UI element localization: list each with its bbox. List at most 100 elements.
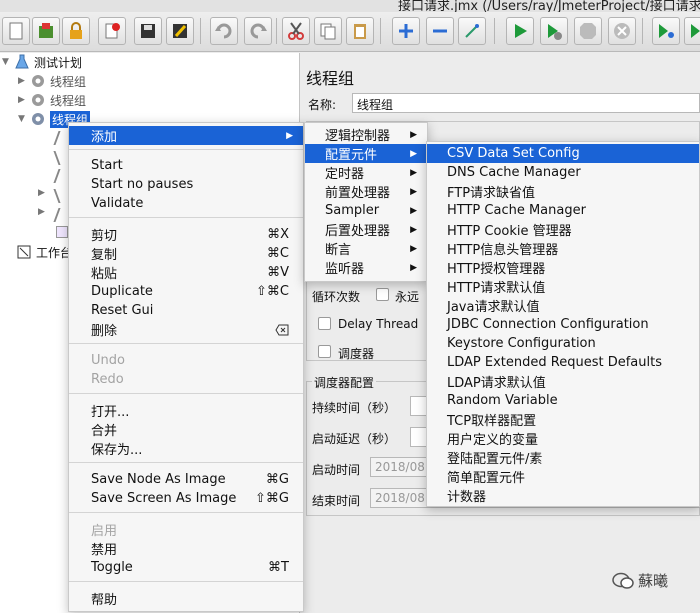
start-no-pauses-button[interactable] <box>540 17 568 45</box>
menu-item-duplicate[interactable]: Duplicate ⇧⌘C <box>69 282 303 301</box>
submenu-item-logic-controller[interactable]: 逻辑控制器 ▶ <box>305 125 427 144</box>
menu-item-label: 启用 <box>91 524 118 539</box>
submenu-item-sampler[interactable]: Sampler ▶ <box>305 201 427 220</box>
submenu-item-config-element[interactable]: 配置元件 ▶ <box>305 144 427 163</box>
redo-button[interactable] <box>244 17 272 45</box>
menu-item-validate[interactable]: Validate <box>69 194 303 213</box>
open-button[interactable] <box>62 17 90 45</box>
menu-item-open[interactable]: 打开... <box>69 401 303 420</box>
config-item-http-defaults[interactable]: HTTP请求默认值 <box>427 277 699 296</box>
submenu-item-assertion[interactable]: 断言 ▶ <box>305 239 427 258</box>
config-item-jdbc[interactable]: JDBC Connection Configuration <box>427 315 699 334</box>
submenu-arrow-icon: ▶ <box>410 148 417 159</box>
shortcut-label: ⇧⌘G <box>255 491 289 506</box>
config-item-counter[interactable]: 计数器 <box>427 486 699 505</box>
config-item-ldap-extended[interactable]: LDAP Extended Request Defaults <box>427 353 699 372</box>
config-item-csv-data-set[interactable]: CSV Data Set Config <box>427 144 699 163</box>
submenu-arrow-icon: ▶ <box>286 130 293 141</box>
config-item-http-header[interactable]: HTTP信息头管理器 <box>427 239 699 258</box>
cut-button[interactable] <box>282 17 310 45</box>
collapse-button[interactable] <box>426 17 454 45</box>
save-as-button[interactable] <box>166 17 194 45</box>
tree-node-thread-group[interactable]: ▶ 线程组 <box>18 91 86 109</box>
menu-item-label: 剪切 <box>91 229 118 244</box>
submenu-arrow-icon: ▶ <box>410 224 417 235</box>
tree-node-test-plan[interactable]: ▼ 测试计划 <box>2 53 82 71</box>
config-item-dns-cache[interactable]: DNS Cache Manager <box>427 163 699 182</box>
save-button[interactable] <box>134 17 162 45</box>
expanded-arrow-icon[interactable]: ▼ <box>2 57 14 67</box>
menu-item-enable[interactable]: 启用 <box>69 520 303 539</box>
delay-thread-checkbox[interactable] <box>318 317 331 330</box>
submenu-item-pre-processor[interactable]: 前置处理器 ▶ <box>305 182 427 201</box>
forever-checkbox[interactable] <box>376 288 389 301</box>
menu-item-start[interactable]: Start <box>69 156 303 175</box>
config-item-simple-config[interactable]: 简单配置元件 <box>427 467 699 486</box>
config-item-ftp-defaults[interactable]: FTP请求缺省值 <box>427 182 699 201</box>
undo-button[interactable] <box>210 17 238 45</box>
remote-start-button[interactable] <box>652 17 680 45</box>
menu-item-copy[interactable]: 复制 ⌘C <box>69 244 303 263</box>
menu-item-label: LDAP Extended Request Defaults <box>447 355 662 370</box>
copy-button[interactable] <box>314 17 342 45</box>
start-button[interactable] <box>506 17 534 45</box>
config-item-java-defaults[interactable]: Java请求默认值 <box>427 296 699 315</box>
menu-item-undo[interactable]: Undo <box>69 351 303 370</box>
expanded-arrow-icon[interactable]: ▼ <box>18 114 30 124</box>
tree-node-thread-group[interactable]: ▶ 线程组 <box>18 72 86 90</box>
collapsed-arrow-icon[interactable]: ▶ <box>38 207 50 217</box>
collapsed-arrow-icon[interactable]: ▶ <box>18 95 30 105</box>
collapsed-arrow-icon[interactable]: ▶ <box>18 76 30 86</box>
menu-item-start-no-pauses[interactable]: Start no pauses <box>69 175 303 194</box>
templates-button[interactable] <box>32 17 60 45</box>
config-item-tcp-sampler[interactable]: TCP取样器配置 <box>427 410 699 429</box>
config-item-random-variable[interactable]: Random Variable <box>427 391 699 410</box>
menu-item-reset-gui[interactable]: Reset Gui <box>69 301 303 320</box>
config-item-http-cookie[interactable]: HTTP Cookie 管理器 <box>427 220 699 239</box>
menu-item-cut[interactable]: 剪切 ⌘X <box>69 225 303 244</box>
menu-item-save-screen-image[interactable]: Save Screen As Image ⇧⌘G <box>69 489 303 508</box>
menu-item-help[interactable]: 帮助 <box>69 589 303 608</box>
collapsed-arrow-icon[interactable]: ▶ <box>38 188 50 198</box>
menu-item-redo[interactable]: Redo <box>69 370 303 389</box>
config-item-ldap-defaults[interactable]: LDAP请求默认值 <box>427 372 699 391</box>
menu-item-merge[interactable]: 合并 <box>69 420 303 439</box>
toggle-button[interactable] <box>458 17 486 45</box>
menu-item-label: Undo <box>91 353 125 368</box>
menu-item-save-as[interactable]: 保存为... <box>69 439 303 458</box>
config-item-http-cache[interactable]: HTTP Cache Manager <box>427 201 699 220</box>
copy-icon <box>320 23 336 40</box>
shutdown-button[interactable] <box>608 17 636 45</box>
menu-item-label: 添加 <box>91 130 118 145</box>
submenu-item-timer[interactable]: 定时器 ▶ <box>305 163 427 182</box>
config-item-http-auth[interactable]: HTTP授权管理器 <box>427 258 699 277</box>
name-input[interactable]: 线程组 <box>352 93 700 113</box>
scheduler-checkbox[interactable] <box>318 345 331 358</box>
menu-item-label: 逻辑控制器 <box>325 129 391 144</box>
config-item-user-variables[interactable]: 用户定义的变量 <box>427 429 699 448</box>
paste-button[interactable] <box>346 17 374 45</box>
plus-icon <box>399 24 413 38</box>
remote-play-all-icon <box>691 24 700 38</box>
menu-item-delete[interactable]: 删除 <box>69 320 303 339</box>
window-title: 接口请求.jmx (/Users/ray/JmeterProject/接口请求.… <box>398 0 700 12</box>
menu-item-label: 保存为... <box>91 443 143 458</box>
menu-item-save-node-image[interactable]: Save Node As Image ⌘G <box>69 470 303 489</box>
menu-item-add[interactable]: 添加 ▶ <box>69 126 303 145</box>
menu-item-label: Save Screen As Image <box>91 491 237 506</box>
stop-button[interactable] <box>574 17 602 45</box>
remote-start-all-button[interactable] <box>684 17 700 45</box>
submenu-item-listener[interactable]: 监听器 ▶ <box>305 258 427 277</box>
menu-item-paste[interactable]: 粘贴 ⌘V <box>69 263 303 282</box>
new-button[interactable] <box>2 17 30 45</box>
tree-node-workbench[interactable]: 工作台 <box>16 243 72 261</box>
submenu-item-post-processor[interactable]: 后置处理器 ▶ <box>305 220 427 239</box>
config-item-login-config[interactable]: 登陆配置元件/素 <box>427 448 699 467</box>
config-item-keystore[interactable]: Keystore Configuration <box>427 334 699 353</box>
forever-label: 永远 <box>395 290 420 304</box>
expand-button[interactable] <box>392 17 420 45</box>
close-button[interactable] <box>98 17 126 45</box>
menu-item-disable[interactable]: 禁用 <box>69 539 303 558</box>
close-file-icon <box>105 23 120 39</box>
menu-item-toggle[interactable]: Toggle ⌘T <box>69 558 303 577</box>
